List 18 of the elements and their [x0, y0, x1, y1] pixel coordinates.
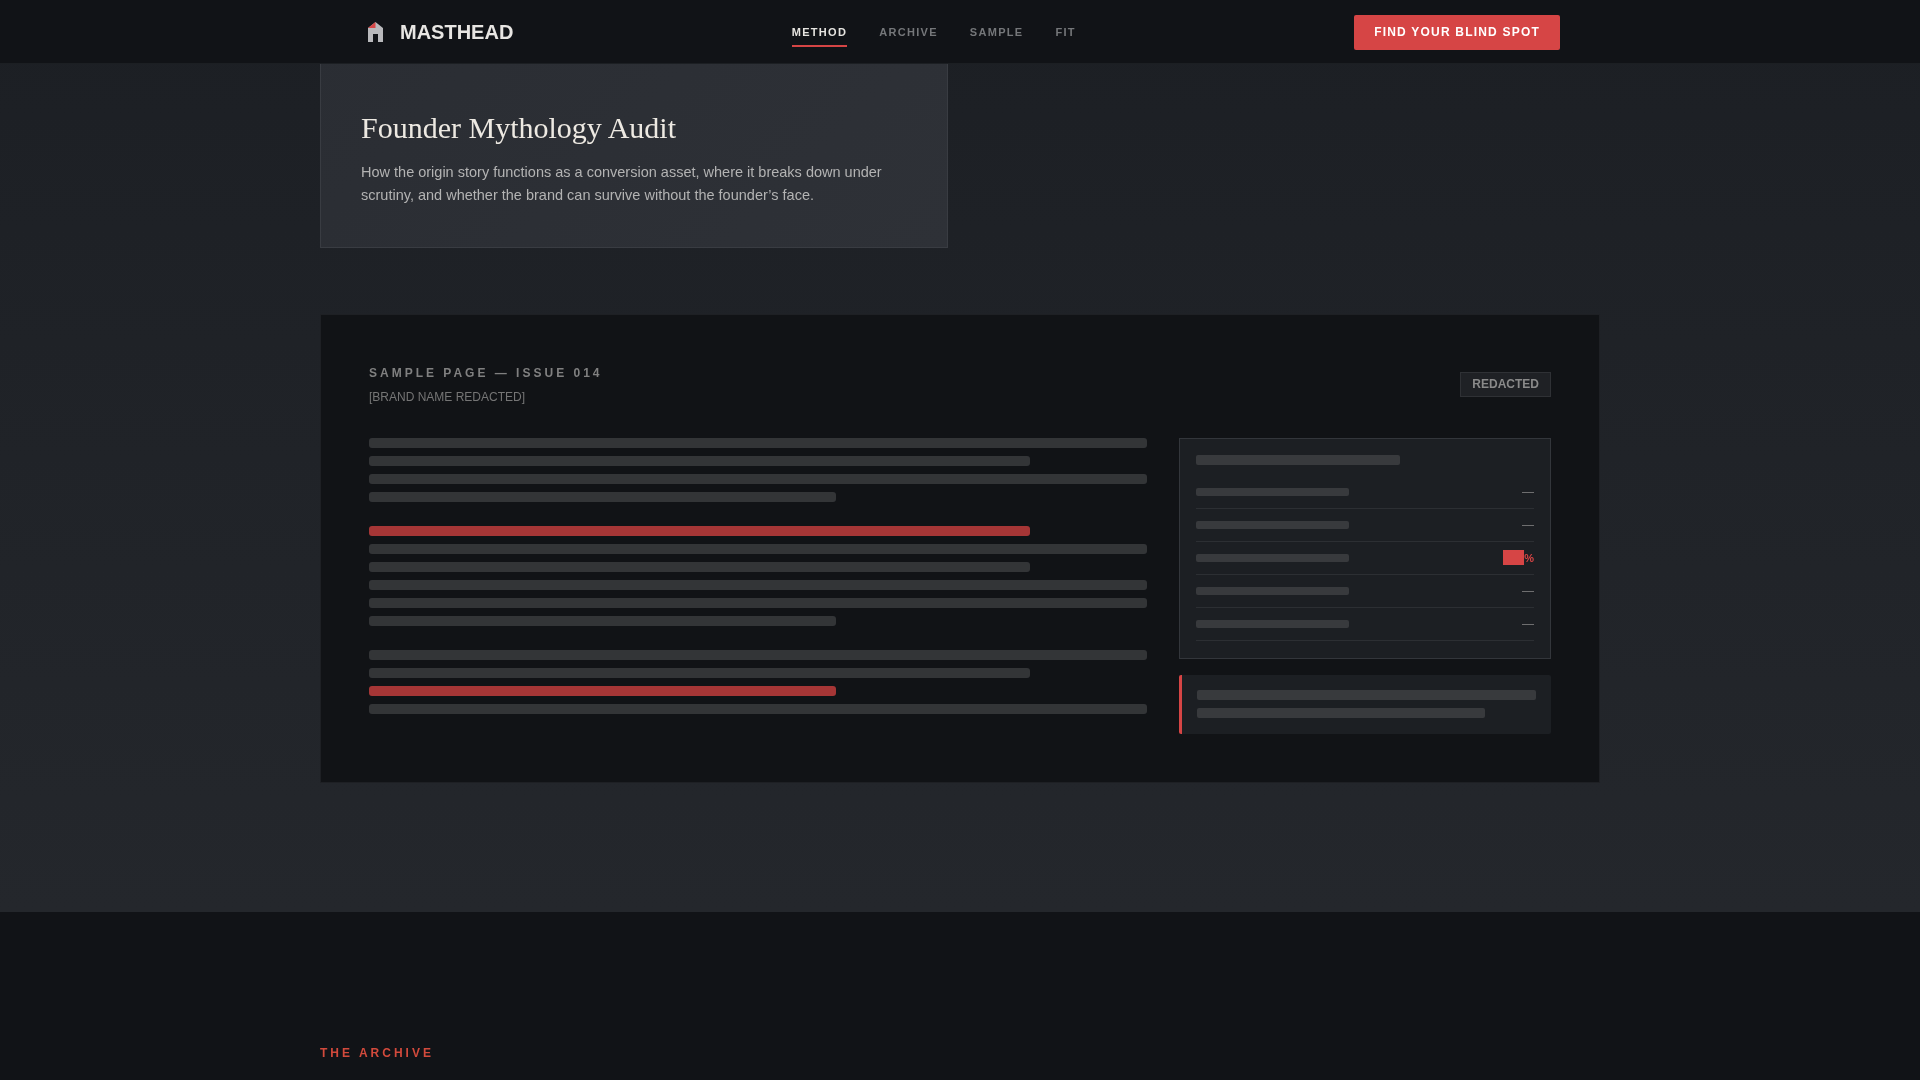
redacted-tag: REDACTED: [1460, 371, 1551, 397]
nav-link[interactable]: ARCHIVE: [879, 17, 938, 47]
stat-value: —: [1522, 616, 1534, 631]
section-eyebrow: THE ARCHIVE: [320, 1044, 434, 1061]
sample-title: SAMPLE PAGE — ISSUE 014: [369, 364, 603, 381]
nav-link[interactable]: FIT: [1055, 17, 1076, 47]
nav-link[interactable]: METHOD: [791, 17, 848, 47]
stat-value: %: [1524, 550, 1534, 565]
stat-value: —: [1522, 484, 1534, 499]
stat-value: —: [1522, 517, 1534, 532]
nav-link[interactable]: SAMPLE: [969, 17, 1024, 47]
cta-button[interactable]: FIND YOUR BLIND SPOT: [1354, 14, 1560, 50]
card-description: How the origin story functions as a conversion asset, where it breaks down under scrutiny, and whether the brand can survive without the founder’s face.: [361, 163, 883, 206]
stat-value: —: [1522, 583, 1534, 598]
house-icon: [368, 22, 383, 42]
card-title: Founder Mythology Audit: [361, 110, 677, 146]
sample-subtitle: [BRAND NAME REDACTED]: [369, 388, 527, 405]
brand-link[interactable]: MASTHEAD: [368, 20, 514, 44]
